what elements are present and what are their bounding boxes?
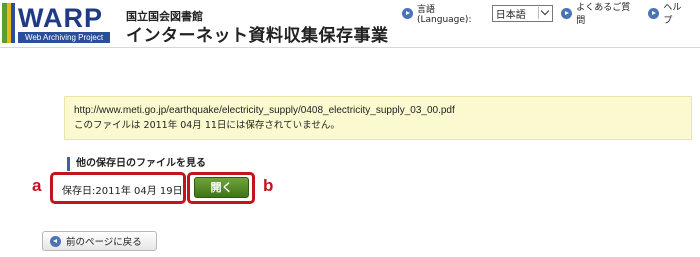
- faq-link[interactable]: よくあるご質問: [561, 0, 638, 26]
- help-link[interactable]: ヘルプ: [648, 0, 690, 26]
- arrow-circle-icon: [648, 7, 660, 19]
- saved-date-select[interactable]: 保存日:2011年 04月 19日: [62, 182, 183, 197]
- language-label: 言語(Language):: [417, 4, 472, 25]
- logo-subtitle: Web Archiving Project: [18, 32, 110, 43]
- back-button-label: 前のページに戻る: [66, 237, 142, 248]
- open-button[interactable]: 開く: [194, 177, 249, 198]
- back-button[interactable]: 前のページに戻る: [42, 231, 157, 251]
- annotation-label-b: b: [263, 176, 274, 195]
- not-saved-message: このファイルは 2011年 04月 11日には保存されていません。: [74, 120, 340, 131]
- warp-logo[interactable]: WARP Web Archiving Project: [2, 3, 110, 43]
- chevron-down-icon: [538, 7, 550, 19]
- project-title: インターネット資料収集保存事業: [126, 26, 389, 46]
- header-toolbar: 言語(Language): 日本語 よくあるご質問 ヘルプ: [402, 3, 700, 26]
- other-dates-heading: 他の保存日のファイルを見る: [67, 157, 206, 171]
- header-divider: [0, 47, 700, 48]
- language-selected-value: 日本語: [495, 9, 526, 21]
- arrow-left-circle-icon: [50, 235, 61, 247]
- arrow-circle-icon: [402, 7, 413, 19]
- faq-label: よくあるご質問: [576, 3, 631, 26]
- annotation-label-a: a: [32, 176, 42, 195]
- logo-text: WARP: [18, 3, 103, 33]
- logo-stripe-blue: [11, 3, 15, 43]
- header: WARP Web Archiving Project 国立国会図書館 インターネ…: [0, 0, 700, 46]
- help-label: ヘルプ: [663, 3, 682, 26]
- notice-box: http://www.meti.go.jp/earthquake/electri…: [64, 96, 692, 140]
- arrow-circle-icon: [561, 7, 573, 19]
- language-select[interactable]: 日本語: [491, 4, 554, 22]
- archived-url: http://www.meti.go.jp/earthquake/electri…: [74, 105, 455, 116]
